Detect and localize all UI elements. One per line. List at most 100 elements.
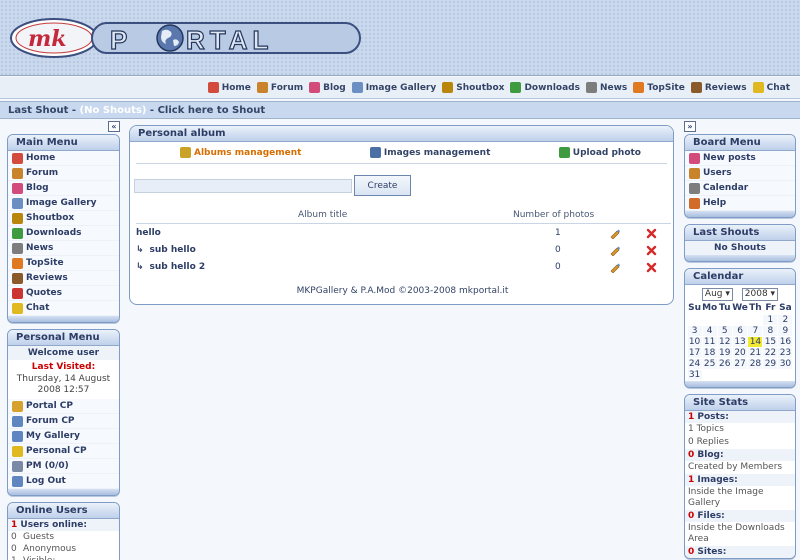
topnav-reviews[interactable]: Reviews [690, 82, 747, 93]
calendar-day[interactable]: 24 [686, 357, 703, 370]
topnav-forum[interactable]: Forum [256, 82, 303, 93]
calendar-day[interactable]: 12 [716, 335, 733, 348]
calendar-day [778, 369, 793, 380]
personal-menu-log-out[interactable]: Log Out [8, 474, 119, 489]
edit-album-icon[interactable] [610, 245, 621, 257]
personal-menu-forum-cp[interactable]: Forum CP [8, 414, 119, 429]
calendar-day[interactable]: 16 [777, 335, 794, 348]
stat-label: 1 Images: [685, 473, 795, 486]
topnav-home[interactable]: Home [207, 82, 251, 93]
calendar-day[interactable]: 19 [716, 346, 733, 359]
menu-item-label: Portal CP [26, 401, 74, 411]
album-name-input[interactable] [134, 178, 352, 193]
calendar-day[interactable]: 4 [701, 324, 718, 337]
calendar-day[interactable]: 7 [747, 324, 764, 337]
topnav-topsite[interactable]: TopSite [633, 82, 685, 93]
calendar-day[interactable]: 21 [747, 346, 764, 359]
calendar-day[interactable]: 15 [762, 335, 779, 348]
board-menu-users[interactable]: Users [685, 166, 795, 181]
calendar-day[interactable]: 31 [686, 368, 703, 381]
calendar-day[interactable]: 22 [762, 346, 779, 359]
main-menu-chat[interactable]: Chat [8, 301, 119, 316]
mkportal-logo[interactable]: mk P RTAL [10, 18, 365, 58]
calendar-day[interactable]: 13 [731, 335, 749, 348]
calendar-day[interactable]: 5 [716, 324, 733, 337]
topnav-downloads[interactable]: Downloads [510, 82, 580, 93]
stat-value: Sites: [697, 546, 727, 557]
calendar-day[interactable]: 30 [777, 357, 794, 370]
calendar-day[interactable]: 3 [686, 324, 703, 337]
calendar-year-select[interactable]: 2008 ▾ [741, 288, 779, 301]
album-name[interactable]: hello [136, 228, 161, 238]
calendar-day[interactable]: 26 [716, 357, 733, 370]
calendar-day[interactable]: 29 [762, 357, 779, 370]
last-shout-bar[interactable]: Last Shout - (No Shouts) - Click here to… [0, 101, 800, 119]
main-menu-blog[interactable]: Blog [8, 181, 119, 196]
tab-upload-photo[interactable]: Upload photo [558, 147, 641, 158]
edit-album-icon[interactable] [610, 262, 621, 274]
album-name[interactable]: ↳ sub hello [136, 245, 196, 255]
personal-menu-pm-0-0[interactable]: PM (0/0) [8, 459, 119, 474]
main-menu-reviews[interactable]: Reviews [8, 271, 119, 286]
collapse-right-toggle[interactable]: » [684, 121, 696, 132]
calendar-month-select[interactable]: Aug ▾ [701, 288, 733, 301]
shout-link[interactable]: - Click here to Shout [146, 105, 265, 116]
calendar-day[interactable]: 2 [777, 313, 794, 326]
calendar-day[interactable]: 6 [731, 324, 749, 337]
blog-icon [309, 82, 321, 93]
topnav-label: Reviews [704, 82, 747, 93]
calendar-day[interactable]: 18 [701, 346, 718, 359]
calendar-day[interactable]: 25 [701, 357, 718, 370]
sub-album-arrow-icon: ↳ [136, 262, 144, 272]
create-album-button[interactable]: Create [354, 175, 411, 196]
online-count: 1 [11, 555, 23, 560]
main-menu-news[interactable]: News [8, 241, 119, 256]
personal-menu-personal-cp[interactable]: Personal CP [8, 444, 119, 459]
calendar-day[interactable]: 17 [686, 346, 703, 359]
tab-albums-management[interactable]: Albums management [180, 147, 301, 158]
tab-label: Upload photo [572, 147, 641, 158]
main-menu-quotes[interactable]: Quotes [8, 286, 119, 301]
main-menu-downloads[interactable]: Downloads [8, 226, 119, 241]
calendar-icon [689, 182, 700, 194]
calendar-day[interactable]: 20 [731, 346, 749, 359]
personal-menu-portal-cp[interactable]: Portal CP [8, 399, 119, 414]
main-menu-home[interactable]: Home [8, 151, 119, 166]
delete-album-icon[interactable] [646, 245, 657, 256]
reviews-icon [690, 82, 702, 93]
last-shouts-title: Last Shouts [685, 225, 795, 241]
topnav-image-gallery[interactable]: Image Gallery [351, 82, 436, 93]
main-menu-topsite[interactable]: TopSite [8, 256, 119, 271]
personal-menu-my-gallery[interactable]: My Gallery [8, 429, 119, 444]
calendar-day[interactable]: 1 [762, 313, 779, 326]
collapse-left-toggle[interactable]: « [108, 121, 120, 132]
stat-text: Inside the Image Gallery [685, 485, 795, 510]
edit-album-icon[interactable] [610, 228, 621, 240]
calendar-day[interactable]: 9 [777, 324, 794, 337]
topnav-news[interactable]: News [585, 82, 627, 93]
board-menu-help[interactable]: Help [685, 196, 795, 211]
board-menu-calendar[interactable]: Calendar [685, 181, 795, 196]
album-name[interactable]: ↳ sub hello 2 [136, 262, 205, 272]
calendar-day[interactable]: 8 [762, 324, 779, 337]
calendar-day-today[interactable]: 14 [747, 335, 764, 348]
calendar-day[interactable]: 10 [686, 335, 703, 348]
main-menu-forum[interactable]: Forum [8, 166, 119, 181]
delete-album-icon[interactable] [646, 228, 657, 239]
calendar-day[interactable]: 28 [747, 357, 764, 370]
calendar-day[interactable]: 27 [731, 357, 749, 370]
calendar-day [717, 314, 732, 325]
main-menu-shoutbox[interactable]: Shoutbox [8, 211, 119, 226]
album-tabs: Albums management Images management Upload… [136, 142, 667, 164]
calendar-day[interactable]: 11 [701, 335, 718, 348]
calendar-day[interactable]: 23 [777, 346, 794, 359]
stat-text: Inside the Downloads Area [685, 521, 795, 546]
board-menu-new-posts[interactable]: New posts [685, 151, 795, 166]
tab-images-management[interactable]: Images management [369, 147, 490, 158]
delete-album-icon[interactable] [646, 262, 657, 273]
online-count: 0 [11, 532, 17, 542]
topnav-blog[interactable]: Blog [309, 82, 346, 93]
topnav-chat[interactable]: Chat [752, 82, 790, 93]
main-menu-image-gallery[interactable]: Image Gallery [8, 196, 119, 211]
topnav-shoutbox[interactable]: Shoutbox [442, 82, 504, 93]
